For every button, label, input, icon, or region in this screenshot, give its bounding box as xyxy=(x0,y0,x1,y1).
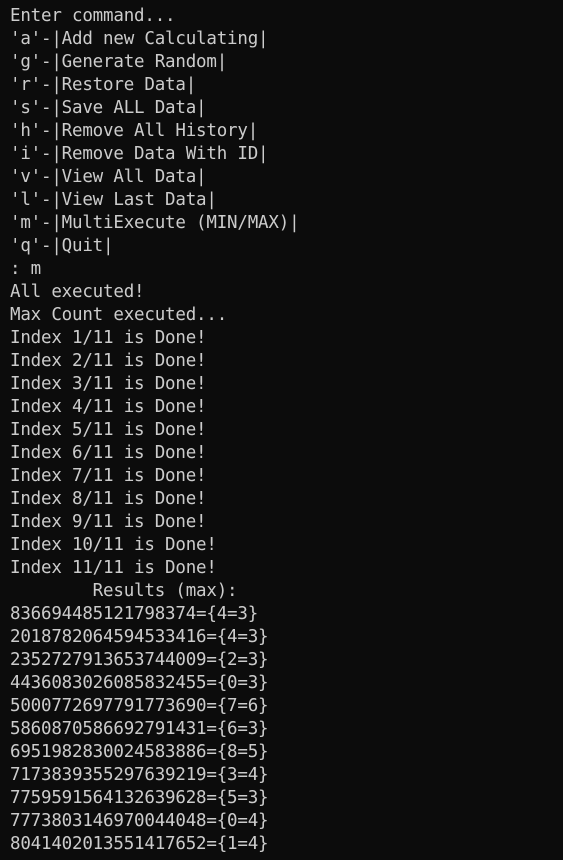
result-line: 836694485121798374={4=3} xyxy=(10,604,259,624)
menu-item-remove-history: 'h'-|Remove All History| xyxy=(10,121,259,141)
result-line: 7773803146970044048={0=4} xyxy=(10,811,269,831)
menu-item-remove-by-id: 'i'-|Remove Data With ID| xyxy=(10,144,269,164)
result-line: 5860870586692791431={6=3} xyxy=(10,719,269,739)
progress-line: Index 8/11 is Done! xyxy=(10,489,207,509)
progress-line: Index 7/11 is Done! xyxy=(10,466,207,486)
menu-item-generate: 'g'-|Generate Random| xyxy=(10,52,228,72)
result-line: 8041402013551417652={1=4} xyxy=(10,834,269,854)
progress-line: Index 11/11 is Done! xyxy=(10,558,217,578)
command-menu: 'a'-|Add new Calculating| 'g'-|Generate … xyxy=(10,28,563,258)
progress-line: Index 2/11 is Done! xyxy=(10,351,207,371)
terminal-window[interactable]: Enter command... 'a'-|Add new Calculatin… xyxy=(0,0,563,860)
status-line: All executed! xyxy=(10,282,145,302)
command-prompt: Enter command... xyxy=(10,6,176,26)
progress-line: Index 4/11 is Done! xyxy=(10,397,207,417)
result-line: 2018782064594533416={4=3} xyxy=(10,627,269,647)
result-line: 2352727913653744009={2=3} xyxy=(10,650,269,670)
result-line: 7759591564132639628={5=3} xyxy=(10,788,269,808)
result-line: 6951982830024583886={8=5} xyxy=(10,742,269,762)
progress-line: Index 6/11 is Done! xyxy=(10,443,207,463)
menu-item-multi-execute: 'm'-|MultiExecute (MIN/MAX)| xyxy=(10,213,300,233)
result-line: 7173839355297639219={3=4} xyxy=(10,765,269,785)
result-line: 4436083026085832455={0=3} xyxy=(10,673,269,693)
progress-line: Index 10/11 is Done! xyxy=(10,535,217,555)
menu-item-add: 'a'-|Add new Calculating| xyxy=(10,29,269,49)
progress-log: Index 1/11 is Done! Index 2/11 is Done! … xyxy=(10,327,563,580)
user-input-line: : m xyxy=(10,259,42,279)
menu-item-view-last: 'l'-|View Last Data| xyxy=(10,190,217,210)
results-header: Results (max): xyxy=(10,581,238,601)
menu-item-restore: 'r'-|Restore Data| xyxy=(10,75,197,95)
result-line: 5000772697791773690={7=6} xyxy=(10,696,269,716)
results-list: 836694485121798374={4=3} 201878206459453… xyxy=(10,603,563,856)
menu-item-view-all: 'v'-|View All Data| xyxy=(10,167,207,187)
menu-item-quit: 'q'-|Quit| xyxy=(10,236,114,256)
progress-line: Index 5/11 is Done! xyxy=(10,420,207,440)
menu-item-save: 's'-|Save ALL Data| xyxy=(10,98,207,118)
progress-line: Index 9/11 is Done! xyxy=(10,512,207,532)
progress-line: Index 1/11 is Done! xyxy=(10,328,207,348)
status-line: Max Count executed... xyxy=(10,305,228,325)
progress-line: Index 3/11 is Done! xyxy=(10,374,207,394)
